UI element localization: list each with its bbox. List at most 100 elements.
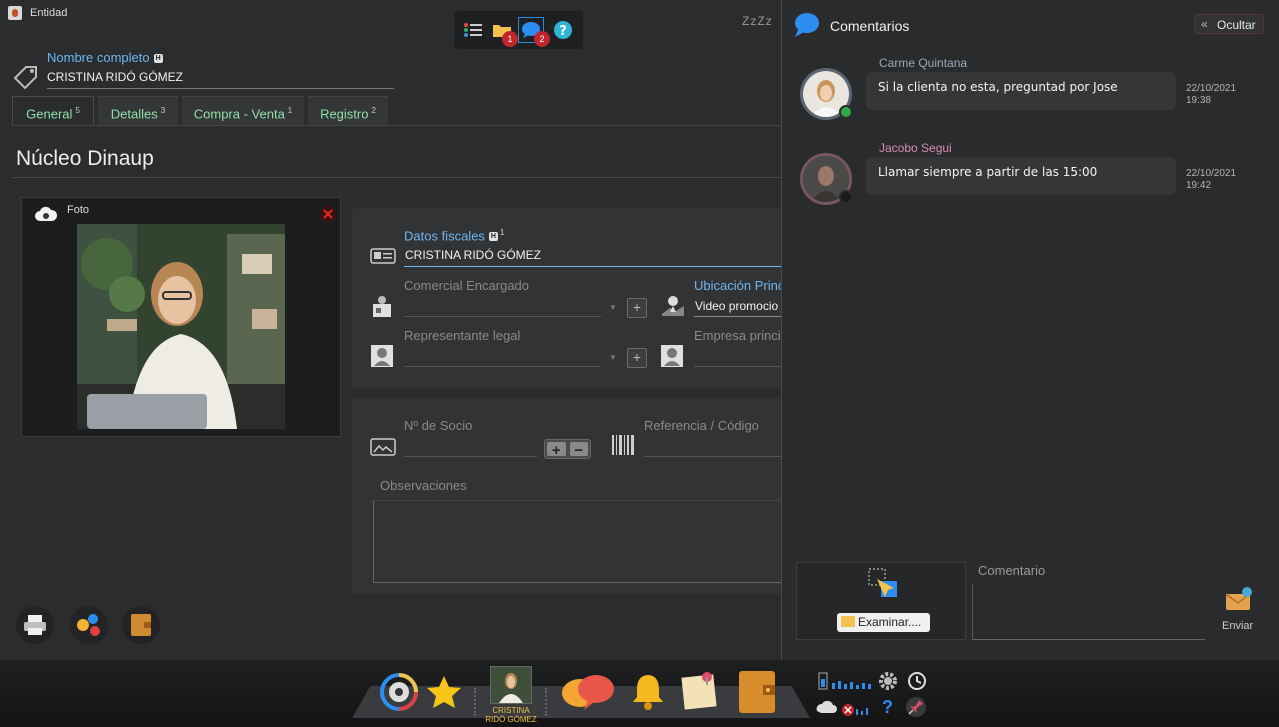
representante-label: Representante legal	[404, 328, 521, 343]
observaciones-textarea[interactable]	[373, 500, 782, 583]
settings-wheel-icon[interactable]	[380, 673, 418, 711]
referencia-underline	[644, 456, 782, 457]
representante-underline	[404, 366, 601, 367]
cloud-upload-icon[interactable]	[34, 205, 58, 228]
fiscal-underline	[404, 266, 782, 267]
comments-panel: Comentarios « Ocultar Carme Quintana Si …	[781, 0, 1279, 660]
history-icon[interactable]: H	[153, 54, 163, 64]
comercial-add-button[interactable]: +	[627, 298, 647, 318]
socio-label: Nº de Socio	[404, 418, 473, 433]
ubicacion-field[interactable]: Video promocio	[695, 299, 778, 313]
tab-divider	[12, 125, 782, 126]
send-icon[interactable]	[1225, 586, 1253, 617]
section-title: Núcleo Dinaup	[16, 147, 154, 170]
dock-separator	[474, 688, 476, 716]
observaciones-label: Observaciones	[380, 478, 467, 493]
double-chevron-left-icon: «	[1201, 17, 1208, 31]
offline-status-icon	[839, 190, 853, 204]
title-bar: Entidad	[0, 0, 782, 28]
share-button[interactable]	[70, 606, 108, 644]
history-icon[interactable]: H	[488, 232, 498, 242]
comments-panel-icon	[794, 12, 820, 43]
comment-text: Si la clienta no esta, preguntad por Jos…	[866, 72, 1176, 110]
folder-open-icon	[841, 616, 855, 627]
location-icon	[660, 294, 686, 323]
dock-separator	[545, 688, 547, 716]
legal-rep-icon	[370, 344, 394, 373]
comment-text: Llamar siempre a partir de las 15:00	[866, 157, 1176, 195]
tab-compra-venta[interactable]: Compra - Venta 1	[182, 96, 304, 126]
increment-button[interactable]: +	[547, 442, 566, 459]
list-icon[interactable]	[460, 17, 486, 43]
section-divider	[12, 177, 782, 178]
profile-photo	[77, 224, 285, 429]
entity-thumbnail[interactable]	[490, 666, 532, 704]
empresa-label: Empresa princip	[694, 328, 788, 343]
svg-text:?: ?	[559, 24, 567, 39]
send-label[interactable]: Enviar	[1222, 620, 1253, 632]
tab-registro[interactable]: Registro 2	[308, 96, 388, 126]
company-icon	[660, 344, 684, 373]
representante-add-button[interactable]: +	[627, 348, 647, 368]
barcode-icon	[610, 433, 636, 464]
print-button[interactable]	[16, 606, 54, 644]
comment-input-label: Comentario	[978, 563, 1046, 578]
photo-panel: Foto	[21, 197, 341, 437]
referencia-label: Referencia / Código	[644, 418, 759, 433]
representante-dropdown-icon[interactable]: ▼	[609, 353, 617, 362]
comment-author: Carme Quintana	[879, 56, 968, 70]
empresa-underline	[694, 366, 782, 367]
gear-icon[interactable]	[878, 671, 898, 696]
socio-underline	[404, 456, 537, 457]
ubicacion-label: Ubicación Princ	[694, 278, 785, 293]
tag-icon	[12, 64, 40, 95]
cloud-error-icon[interactable]	[814, 697, 874, 724]
socio-stepper[interactable]: + −	[544, 439, 591, 459]
name-field[interactable]: CRISTINA RIDÓ GÓMEZ	[47, 70, 183, 84]
clock-icon[interactable]	[907, 671, 927, 696]
decrement-button[interactable]: −	[569, 442, 588, 459]
wallet-icon[interactable]	[735, 669, 779, 715]
pin-icon[interactable]	[905, 696, 927, 723]
sticky-note-icon[interactable]	[680, 668, 720, 712]
comercial-label: Comercial Encargado	[404, 278, 530, 293]
help-question-icon[interactable]: ?	[882, 697, 893, 718]
attachment-drop-zone[interactable]: Examinar....	[796, 562, 966, 640]
bell-icon[interactable]	[630, 672, 666, 712]
browse-button[interactable]: Examinar....	[837, 613, 930, 632]
sleep-indicator[interactable]: ZzZz	[742, 14, 773, 28]
drag-drop-icon	[867, 567, 901, 606]
app-icon	[8, 6, 22, 20]
comercial-underline	[404, 316, 601, 317]
photo-label: Foto	[67, 204, 90, 216]
comercial-dropdown-icon[interactable]: ▼	[609, 303, 617, 312]
comments-badge: 2	[534, 31, 550, 47]
browse-label: Examinar....	[858, 615, 922, 629]
star-icon[interactable]	[425, 673, 463, 711]
hide-label: Ocultar	[1217, 18, 1256, 32]
comment-date: 22/10/2021 19:38	[1186, 83, 1237, 106]
name-underline	[47, 88, 394, 89]
salesperson-icon	[370, 294, 394, 323]
tab-general[interactable]: General 5	[12, 96, 94, 126]
comment-date: 22/10/2021 19:42	[1186, 168, 1237, 191]
top-toolbar: 1 2 ?	[454, 11, 583, 49]
online-status-icon	[839, 105, 853, 119]
folder-badge: 1	[502, 31, 518, 47]
help-icon[interactable]: ?	[550, 17, 576, 43]
hide-button[interactable]: « Ocultar	[1194, 14, 1264, 34]
wallet-button[interactable]	[122, 606, 160, 644]
comments-title: Comentarios	[830, 18, 910, 34]
chat-bubbles-icon[interactable]	[560, 673, 616, 715]
fiscal-field[interactable]: CRISTINA RIDÓ GÓMEZ	[405, 248, 541, 262]
name-label: Nombre completo H	[47, 50, 163, 65]
entity-window: Entidad 1 2 ? ZzZz Nombre completo H CRIS…	[0, 0, 1279, 660]
window-title: Entidad	[30, 7, 68, 19]
remove-photo-icon[interactable]	[320, 206, 336, 222]
battery-meter-icon[interactable]	[818, 671, 874, 696]
tab-detalles[interactable]: Detalles 3	[98, 96, 178, 126]
comment-input[interactable]	[972, 584, 1205, 640]
fiscal-label: Datos fiscales H 1	[404, 228, 505, 244]
comment-author: Jacobo Segui	[879, 141, 952, 155]
id-card-icon	[370, 248, 396, 269]
